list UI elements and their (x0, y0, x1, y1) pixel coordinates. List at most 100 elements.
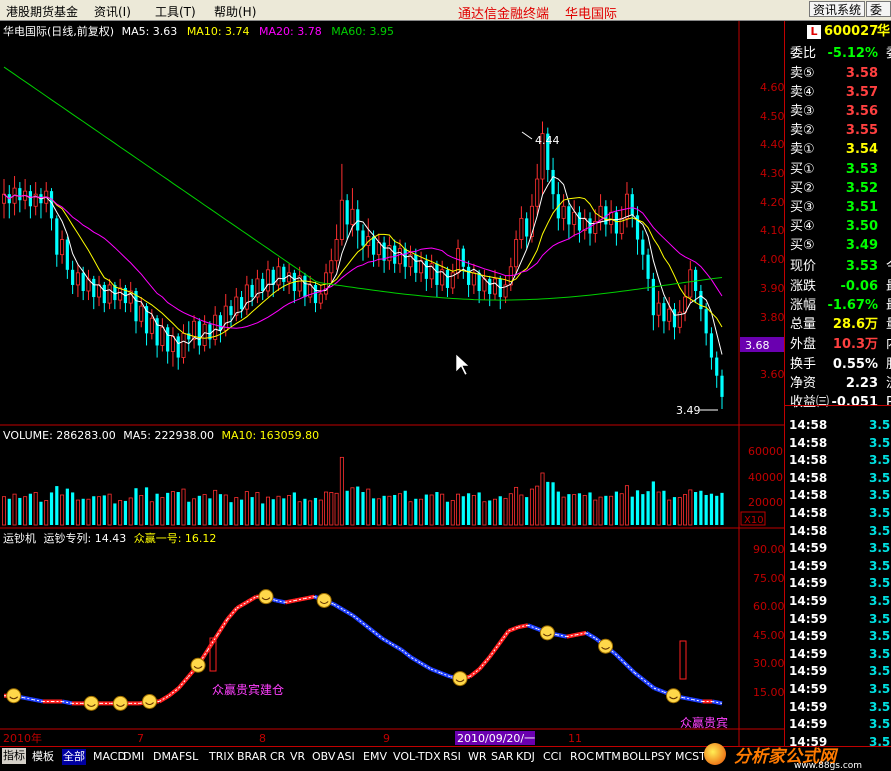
price-tick: 4.50 (760, 110, 784, 123)
quote-value: -0.051 (831, 395, 878, 410)
volume-bar (435, 492, 439, 525)
tick-time: 14:59 (789, 594, 828, 608)
quote-value: 2.23 (845, 376, 878, 391)
volume-bar (329, 492, 334, 526)
tick-price: 3.5 (869, 576, 891, 591)
smiley-icon (258, 589, 274, 605)
stock-code: 600027 (824, 24, 879, 39)
price-tick: 4.00 (760, 253, 784, 266)
high-marker: 4.44 (535, 134, 560, 147)
volume-bar (60, 494, 65, 526)
tick-row: 14:58 3.5 (785, 522, 891, 540)
volume-bar (688, 489, 693, 526)
candle-body (60, 239, 65, 256)
volume-bar (482, 501, 487, 526)
menu-info[interactable]: 资讯(I) (94, 3, 131, 20)
tick-price: 3.5 (869, 646, 891, 661)
tab-sar[interactable]: SAR (490, 749, 514, 765)
tab-dma[interactable]: DMA (152, 749, 180, 765)
quote-row: 买③ 3.51 (785, 199, 891, 217)
tab-rsi[interactable]: RSI (442, 749, 462, 765)
volume-bar (44, 500, 49, 526)
tick-row: 14:59 3.5 (785, 627, 891, 645)
trade-button[interactable]: 委托 (866, 1, 891, 17)
tab-indicator-mode[interactable]: 指标 (2, 748, 26, 764)
menu-hk-futures[interactable]: 港股期货基金 (6, 3, 78, 20)
tick-price: 3.5 (869, 506, 891, 520)
info-system-button[interactable]: 资讯系统 (809, 1, 866, 17)
tab-fsl[interactable]: FSL (178, 749, 199, 765)
tab-kdj[interactable]: KDJ (515, 749, 536, 765)
volume-tick: 40000 (748, 471, 783, 484)
volume-bar (424, 494, 428, 525)
tab-vr[interactable]: VR (289, 749, 306, 765)
quote-value: -0.06 (840, 279, 878, 294)
volume-tick: 60000 (748, 445, 783, 458)
volume-bar (694, 492, 698, 525)
candle-body (250, 284, 254, 298)
quote-row: 买④ 3.50 (785, 218, 891, 236)
tab-template-mode[interactable]: 模板 (31, 749, 55, 765)
tick-row: 14:59 3.5 (785, 715, 891, 733)
tab-psy[interactable]: PSY (650, 749, 672, 765)
menu-help[interactable]: 帮助(H) (214, 3, 256, 20)
tick-price: 3.5 (869, 558, 891, 573)
tab-cr[interactable]: CR (269, 749, 286, 765)
volume-bar (561, 496, 566, 526)
tab-emv[interactable]: EMV (362, 749, 388, 765)
menu-tools[interactable]: 工具(T) (155, 3, 196, 20)
volume-bar (598, 496, 603, 526)
tab-全部[interactable]: 全部 (62, 749, 86, 765)
indicator-annotation: 众赢贵宾 (680, 715, 728, 730)
candle-body (567, 206, 571, 225)
tab-asi[interactable]: ASI (336, 749, 356, 765)
tick-time: 14:59 (789, 629, 828, 644)
quote-label: 净资 (790, 376, 817, 391)
volume-bar (271, 499, 275, 525)
tab-boll[interactable]: BOLL (621, 749, 651, 765)
chart-background (0, 21, 784, 746)
volume-bar (229, 502, 233, 525)
volume-bar (265, 496, 270, 526)
tab-mtm[interactable]: MTM (594, 749, 622, 765)
tab-roc[interactable]: ROC (569, 749, 595, 765)
quote-row: 卖③ 3.56 (785, 103, 891, 121)
candle-body (688, 269, 693, 298)
quote-extra: 最 (886, 278, 891, 296)
smiley-icon (598, 638, 614, 654)
tab-wr[interactable]: WR (467, 749, 488, 765)
tick-row: 14:59 3.5 (785, 680, 891, 698)
volume-title: VOLUME: 286283.00 MA5: 222938.00 MA10: 1… (3, 429, 319, 442)
volume-bar (202, 494, 207, 526)
candle-body (535, 178, 540, 207)
volume-bar (408, 501, 413, 526)
volume-bar (86, 498, 91, 526)
quote-row: 卖④ 3.57 (785, 84, 891, 102)
volume-bar (397, 493, 402, 526)
tab-obv[interactable]: OBV (311, 749, 336, 765)
candle-body (397, 248, 402, 265)
quote-label: 收益㈢ (790, 395, 830, 410)
stock-chart[interactable]: 华电国际(日线,前复权) MA5: 3.63 MA10: 3.74 MA20: … (0, 21, 784, 746)
volume-bar (450, 500, 455, 526)
indicator-tick: 60.00 (753, 600, 784, 613)
tab-dmi[interactable]: DMI (122, 749, 145, 765)
tick-time: 14:59 (789, 664, 828, 679)
candle-body (624, 193, 629, 219)
smiley-icon (316, 592, 332, 608)
volume-bar (324, 491, 329, 526)
candle-body (651, 278, 655, 316)
candle-body (393, 245, 397, 264)
time-axis-label: 2010年 (3, 731, 42, 745)
tab-vol-tdx[interactable]: VOL-TDX (392, 749, 442, 765)
candle-body (265, 269, 270, 292)
quote-divider (785, 405, 891, 406)
volume-bar (630, 496, 634, 525)
tick-price: 3.5 (869, 418, 891, 432)
volume-bar (419, 498, 424, 526)
tab-brar[interactable]: BRAR (236, 749, 268, 765)
tick-time: 14:59 (789, 558, 828, 573)
time-axis-label: 11 (568, 732, 582, 745)
tab-trix[interactable]: TRIX (208, 749, 235, 765)
tab-cci[interactable]: CCI (542, 749, 563, 765)
